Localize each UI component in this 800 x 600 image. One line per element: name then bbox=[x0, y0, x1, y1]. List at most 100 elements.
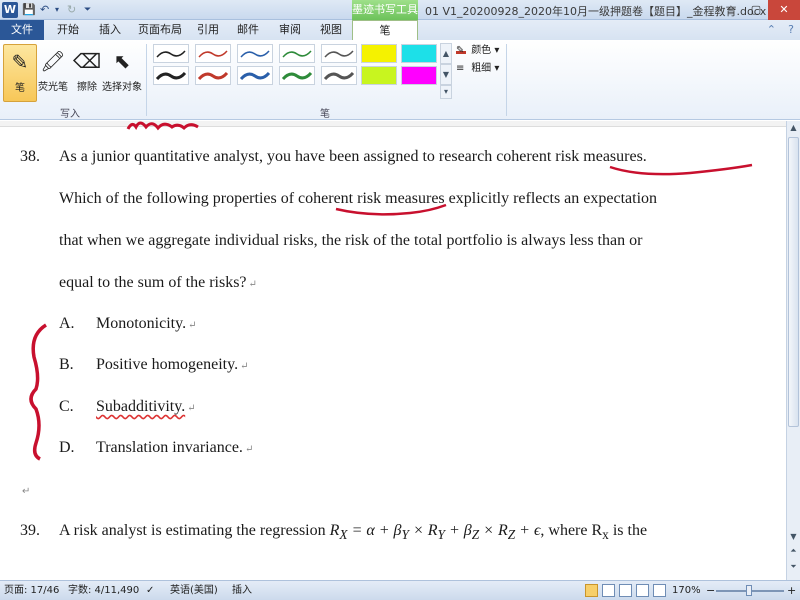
tab-page-layout[interactable]: 页面布局 bbox=[136, 20, 184, 40]
scroll-up-arrow-icon[interactable]: ▲ bbox=[787, 121, 800, 135]
pen-style-swatch[interactable] bbox=[237, 44, 273, 63]
pen-style-swatch[interactable] bbox=[153, 44, 189, 63]
draft-view-icon[interactable] bbox=[653, 584, 666, 597]
page-indicator[interactable]: 页面: 17/46 bbox=[4, 584, 59, 598]
minimize-ribbon-icon[interactable]: ⌃ bbox=[767, 23, 776, 36]
ink-underline-risk-measures bbox=[609, 163, 753, 176]
highlighter-icon: 🖍 bbox=[40, 49, 66, 73]
redo-icon[interactable]: ↻ bbox=[67, 2, 81, 18]
highlighter-color-swatch[interactable] bbox=[401, 44, 437, 63]
minimize-button[interactable]: ─ bbox=[720, 0, 744, 20]
word-count[interactable]: 字数: 4/11,490 bbox=[68, 584, 139, 598]
ink-tools-context-label: 墨迹书写工具 bbox=[352, 0, 418, 20]
save-icon[interactable]: 💾 bbox=[22, 2, 36, 18]
formula-r: R bbox=[329, 522, 340, 539]
pen-style-swatch[interactable] bbox=[195, 66, 231, 85]
pen-tool-button[interactable]: ✎ 笔 bbox=[3, 44, 37, 102]
group-divider bbox=[506, 44, 507, 116]
zoom-level[interactable]: 170% bbox=[672, 584, 701, 598]
scroll-down-arrow-icon[interactable]: ▼ bbox=[787, 530, 800, 544]
cursor-arrow-icon: ⬉ bbox=[113, 49, 131, 73]
previous-page-icon[interactable]: ⏶ bbox=[787, 546, 800, 560]
tab-mailings[interactable]: 邮件 bbox=[234, 20, 262, 40]
paragraph-mark: ↵ bbox=[187, 403, 196, 414]
question-39-number: 39. bbox=[20, 522, 40, 539]
option-d-text: Translation invariance. ↵ bbox=[96, 439, 253, 457]
language-indicator[interactable]: 英语(美国) bbox=[170, 584, 218, 598]
insert-mode-indicator[interactable]: 插入 bbox=[232, 584, 252, 598]
option-c-label: Subadditivity. bbox=[96, 398, 186, 415]
tab-home[interactable]: 开始 bbox=[54, 20, 82, 40]
pen-style-swatch[interactable] bbox=[321, 44, 357, 63]
highlighter-color-swatch[interactable] bbox=[401, 66, 437, 85]
ink-brace bbox=[29, 323, 47, 461]
pen-tool-label: 笔 bbox=[15, 83, 25, 94]
pen-style-swatch[interactable] bbox=[321, 66, 357, 85]
pen-style-swatch[interactable] bbox=[279, 66, 315, 85]
tab-pen[interactable]: 笔 bbox=[352, 20, 418, 40]
question-38-line-2: Which of the following properties of coh… bbox=[59, 190, 658, 207]
close-button[interactable]: ✕ bbox=[768, 0, 800, 20]
option-b-letter: B. bbox=[59, 356, 74, 373]
question-39-suffix: , where R bbox=[540, 522, 603, 539]
word-logo-icon[interactable]: W bbox=[2, 2, 18, 18]
undo-icon[interactable]: ↶ bbox=[40, 2, 54, 18]
tab-review[interactable]: 审阅 bbox=[276, 20, 304, 40]
pen-style-swatch[interactable] bbox=[195, 44, 231, 63]
tab-view[interactable]: 视图 bbox=[317, 20, 345, 40]
paragraph-mark: ↵ bbox=[248, 279, 257, 290]
document-page[interactable]: 38. As a junior quantitative analyst, yo… bbox=[0, 121, 786, 580]
highlighter-tool-button[interactable]: 🖍 荧光笔 bbox=[36, 44, 70, 102]
thickness-dropdown[interactable]: ≡ 粗细 ▾ bbox=[456, 62, 499, 76]
tab-references[interactable]: 引用 bbox=[194, 20, 222, 40]
next-page-icon[interactable]: ⏷ bbox=[787, 562, 800, 576]
pen-style-swatch[interactable] bbox=[279, 44, 315, 63]
zoom-out-button[interactable]: − bbox=[706, 584, 715, 597]
group-divider bbox=[146, 44, 147, 116]
help-icon[interactable]: ? bbox=[788, 23, 794, 36]
highlighter-color-swatch[interactable] bbox=[361, 66, 397, 85]
group-label-pen: 笔 bbox=[320, 109, 330, 120]
print-layout-view-icon[interactable] bbox=[585, 584, 598, 597]
option-a-letter: A. bbox=[59, 315, 75, 332]
eraser-tool-button[interactable]: ⌫ 擦除 bbox=[70, 44, 104, 102]
tab-file[interactable]: 文件 bbox=[0, 20, 44, 40]
question-38-line-4: equal to the sum of the risks? ↵ bbox=[59, 274, 257, 292]
zoom-in-button[interactable]: + bbox=[787, 584, 796, 597]
ribbon-tabs: 文件 开始 插入 页面布局 引用 邮件 审阅 视图 笔 ⌃ ? bbox=[0, 20, 800, 40]
undo-dropdown-icon[interactable]: ▾ bbox=[55, 2, 63, 18]
page-top-edge bbox=[0, 121, 786, 127]
highlighter-color-swatch[interactable] bbox=[361, 44, 397, 63]
scrollbar-thumb[interactable] bbox=[788, 137, 799, 427]
pen-style-swatch[interactable] bbox=[237, 66, 273, 85]
select-objects-label: 选择对象 bbox=[102, 82, 142, 93]
gallery-more-button[interactable]: ▾ bbox=[440, 85, 452, 99]
pen-icon: ✎ bbox=[11, 50, 29, 74]
question-39-tail: is the bbox=[608, 522, 648, 539]
paragraph-mark: ↵ bbox=[240, 361, 249, 372]
outline-view-icon[interactable] bbox=[636, 584, 649, 597]
tab-insert[interactable]: 插入 bbox=[96, 20, 124, 40]
gallery-scroll-down[interactable]: ▼ bbox=[440, 64, 452, 85]
color-label: 颜色 bbox=[471, 45, 492, 56]
color-dropdown[interactable]: ✎ 颜色 ▾ bbox=[456, 44, 499, 58]
customize-quick-access-icon[interactable]: ⏷ bbox=[84, 2, 94, 18]
select-objects-button[interactable]: ⬉ 选择对象 bbox=[102, 44, 142, 102]
option-d-letter: D. bbox=[59, 439, 75, 456]
question-38-line-3: that when we aggregate individual risks,… bbox=[59, 232, 643, 249]
web-layout-view-icon[interactable] bbox=[619, 584, 632, 597]
option-a-label: Monotonicity. bbox=[96, 315, 187, 332]
proofing-icon[interactable]: ✓ bbox=[146, 584, 160, 598]
status-bar: 页面: 17/46 字数: 4/11,490 ✓ 英语(美国) 插入 170% … bbox=[0, 580, 800, 600]
full-screen-reading-view-icon[interactable] bbox=[602, 584, 615, 597]
vertical-scrollbar[interactable]: ▲ ▼ ⏶ ⏷ bbox=[786, 121, 800, 580]
zoom-slider-thumb[interactable] bbox=[746, 585, 752, 596]
pen-style-swatch[interactable] bbox=[153, 66, 189, 85]
paragraph-mark: ↵ bbox=[244, 444, 254, 455]
maximize-button[interactable]: ▢ bbox=[744, 0, 768, 20]
option-d-label: Translation invariance. bbox=[96, 439, 243, 456]
question-39-line-1: A risk analyst is estimating the regress… bbox=[59, 522, 648, 543]
gallery-scroll-up[interactable]: ▲ bbox=[440, 43, 452, 64]
option-c-text: Subadditivity. ↵ bbox=[96, 398, 196, 416]
thickness-label: 粗细 bbox=[471, 63, 492, 74]
